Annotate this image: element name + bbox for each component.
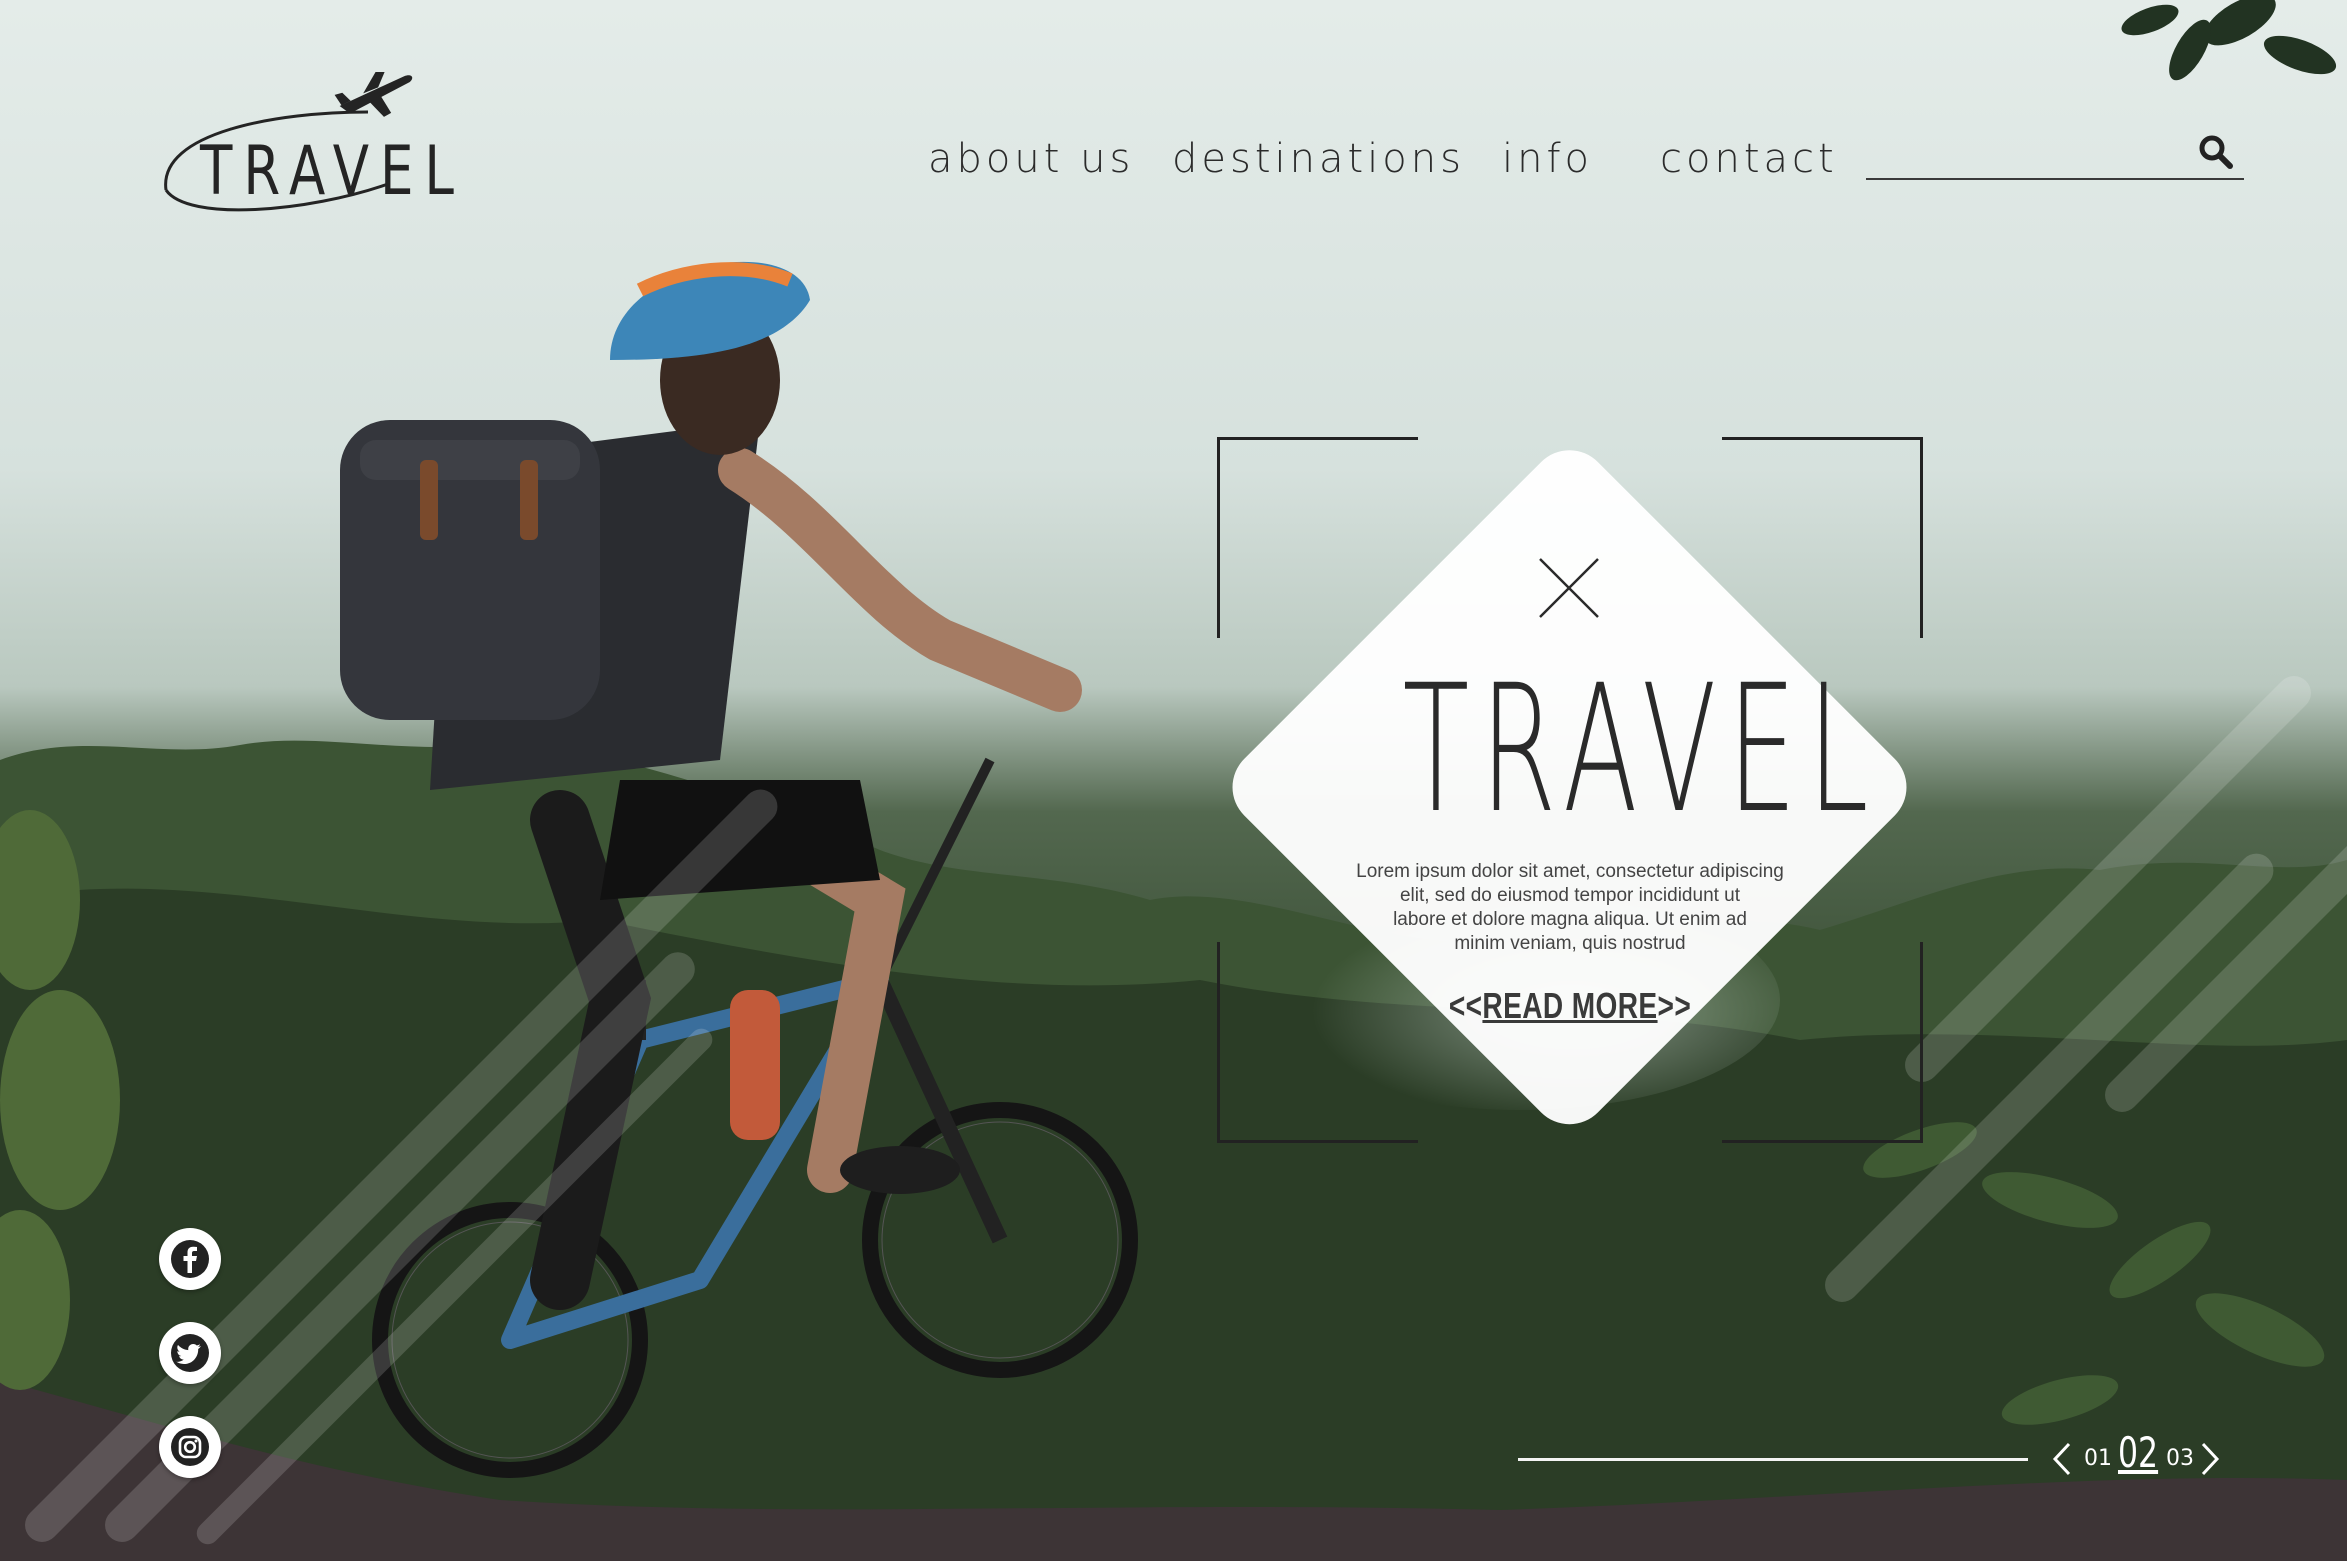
instagram-button[interactable] [159,1416,221,1478]
page-02-current[interactable]: 02 [2118,1428,2158,1477]
nav-info[interactable]: info [1502,136,1593,182]
chevron-left-icon[interactable] [2052,1442,2072,1476]
hero-description-line: minim veniam, quis nostrud [1454,933,1686,954]
hero-description: Lorem ipsum dolor sit amet, consectetur … [1330,860,1810,956]
search-bar [1866,128,2244,180]
close-icon [1539,558,1599,618]
chevron-right-icon[interactable] [2200,1442,2220,1476]
logo-text: TRAVEL [200,132,465,211]
read-more-link[interactable]: <<READ MORE>> [1437,985,1702,1027]
instagram-icon [171,1428,209,1466]
page-03[interactable]: 03 [2166,1446,2194,1471]
twitter-button[interactable] [159,1322,221,1384]
facebook-button[interactable] [159,1228,221,1290]
hero-title: TRAVEL [1402,647,1880,852]
hero-description-line: elit, sed do eiusmod tempor incididunt u… [1399,885,1741,906]
logo[interactable]: TRAVEL [158,72,458,222]
hero-description-line: labore et dolore magna aliqua. Ut enim a… [1393,909,1747,930]
frame-corner [1722,942,1923,1143]
page-01[interactable]: 01 [2084,1446,2112,1471]
facebook-icon [171,1240,209,1278]
slider-progress-line [1518,1458,2028,1461]
frame-corner [1217,437,1418,638]
hero-description-line: Lorem ipsum dolor sit amet, consectetur … [1356,861,1784,882]
landing-page: TRAVEL about us destinations info contac… [0,0,2347,1561]
frame-corner [1722,437,1923,638]
read-more-label: READ MORE [1482,985,1658,1026]
read-more-suffix: >> [1657,985,1692,1026]
frame-corner [1217,942,1418,1143]
search-icon[interactable] [2196,132,2236,172]
read-more-prefix: << [1448,985,1483,1026]
nav-about-us[interactable]: about us [928,136,1134,182]
nav-destinations[interactable]: destinations [1172,136,1465,182]
search-input[interactable] [1866,128,2190,176]
nav-contact[interactable]: contact [1660,136,1838,182]
twitter-icon [171,1334,209,1372]
